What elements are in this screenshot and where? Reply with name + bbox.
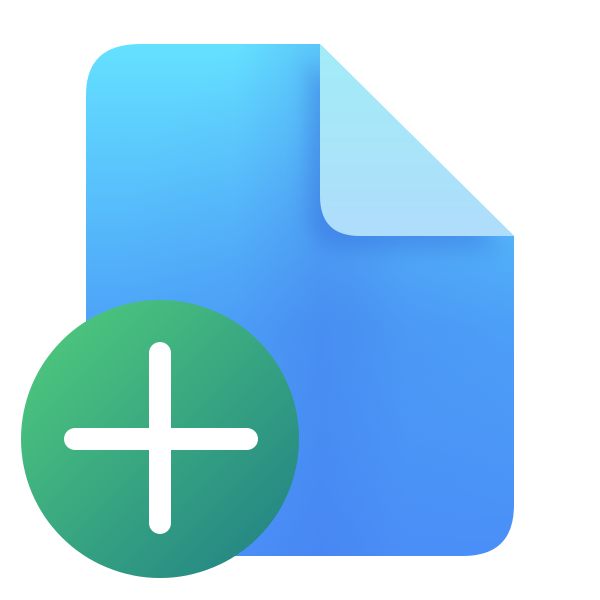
icon-canvas: [0, 0, 600, 600]
plus-badge-icon: [21, 300, 299, 578]
document-fold: [320, 44, 514, 236]
new-file-icon[interactable]: [0, 0, 600, 600]
plus-horizontal-bar: [64, 428, 258, 450]
